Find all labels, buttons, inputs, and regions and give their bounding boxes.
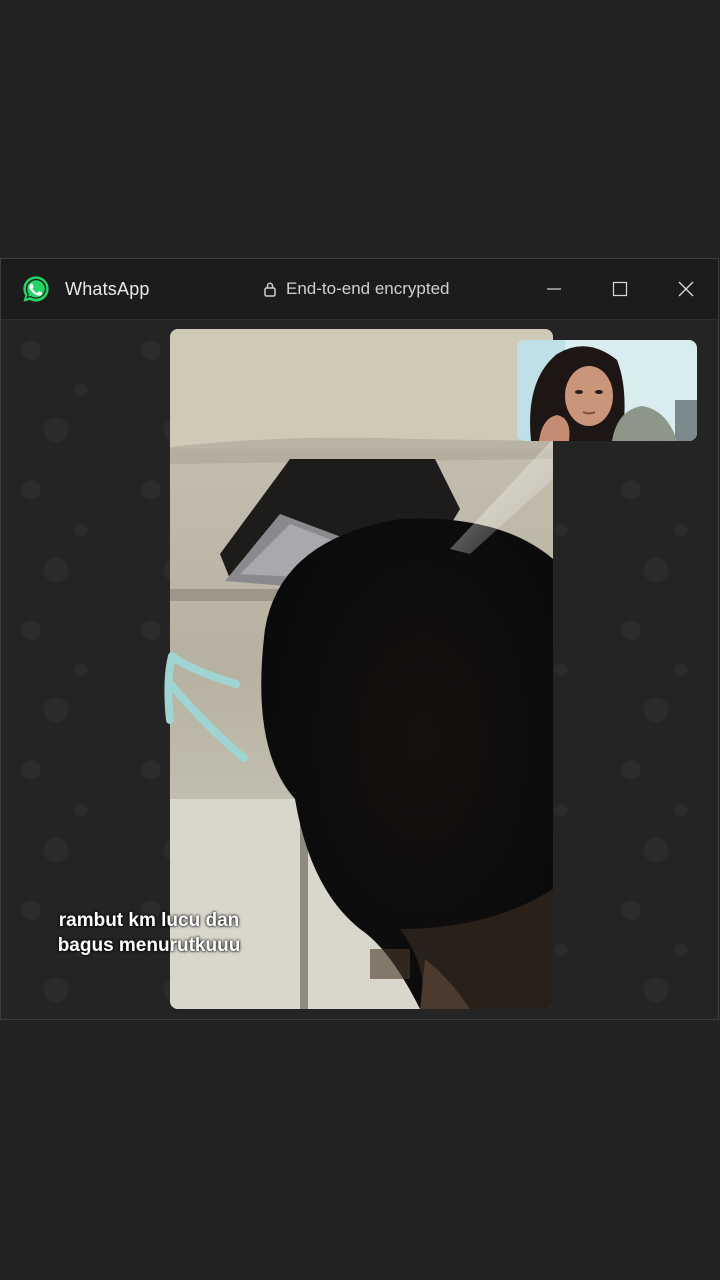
minimize-icon <box>547 288 561 290</box>
annotation-arrow-icon <box>164 652 248 762</box>
whatsapp-call-window: WhatsApp End-to-end encrypted rambut km … <box>0 258 719 1020</box>
self-preview-video[interactable] <box>517 340 697 441</box>
annotation-line-2: bagus menurutkuuu <box>57 935 241 956</box>
title-bar: WhatsApp End-to-end encrypted <box>1 259 718 320</box>
lock-icon <box>264 282 276 297</box>
whatsapp-logo-icon <box>23 276 49 302</box>
close-button[interactable] <box>663 269 709 309</box>
annotation-line-1: rambut km lucu dan <box>58 910 240 931</box>
encryption-label: End-to-end encrypted <box>286 279 450 298</box>
call-area: rambut km lucu dan bagus menurutkuuu <box>1 320 718 1019</box>
minimize-button[interactable] <box>531 269 577 309</box>
maximize-icon <box>612 281 628 297</box>
encryption-status: End-to-end encrypted <box>263 279 450 299</box>
handwritten-annotation: rambut km lucu dan bagus menurutkuuu <box>31 908 267 958</box>
close-icon <box>678 281 694 297</box>
maximize-button[interactable] <box>597 269 643 309</box>
app-title: WhatsApp <box>65 279 150 299</box>
